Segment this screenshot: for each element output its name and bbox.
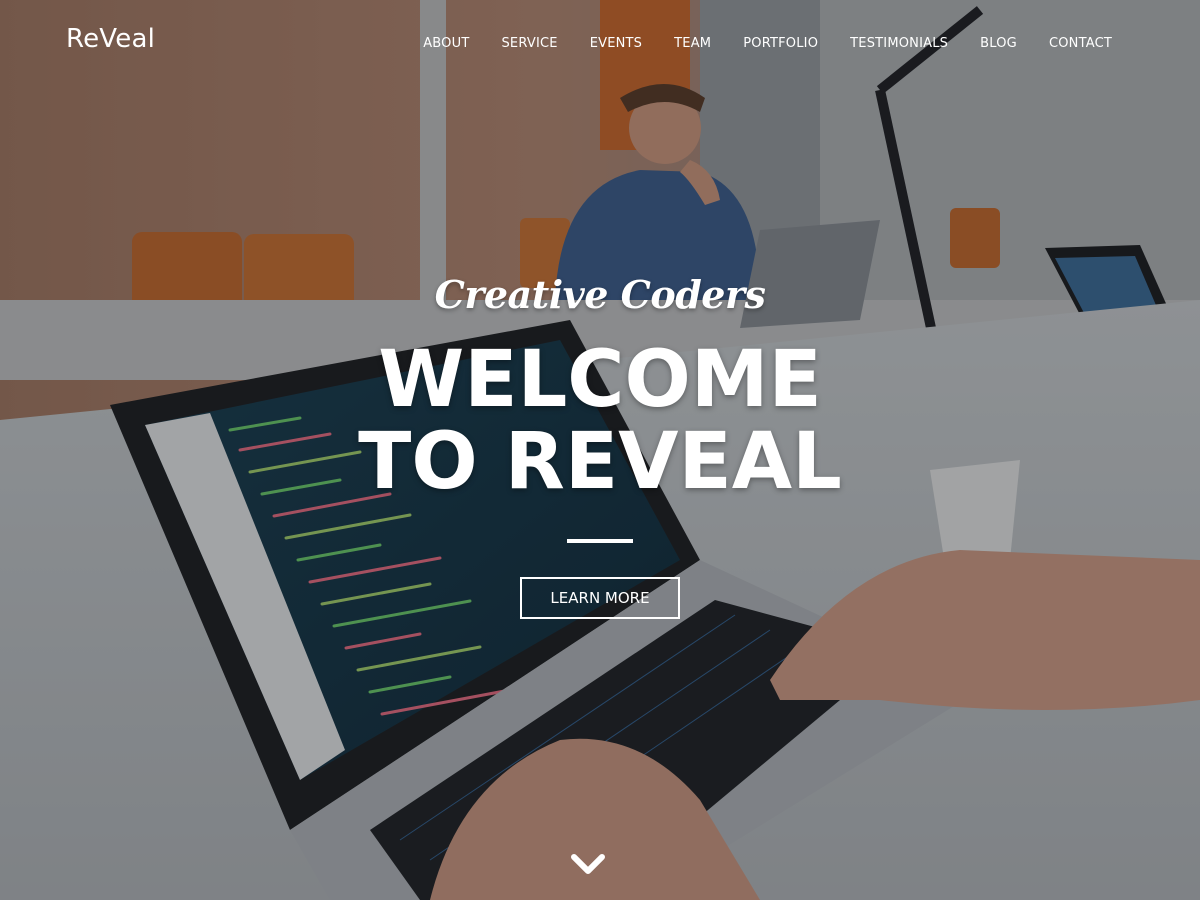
nav-link-portfolio[interactable]: PORTFOLIO (743, 36, 818, 51)
nav-item-contact: CONTACT (1049, 34, 1112, 52)
nav-item-blog: BLOG (980, 34, 1017, 52)
nav-item-testimonials: TESTIMONIALS (850, 34, 948, 52)
nav-link-testimonials[interactable]: TESTIMONIALS (850, 36, 948, 51)
nav-link-contact[interactable]: CONTACT (1049, 36, 1112, 51)
nav-item-events: EVENTS (590, 34, 642, 52)
nav-link-service[interactable]: SERVICE (501, 36, 557, 51)
nav-menu: ABOUT SERVICE EVENTS TEAM PORTFOLIO TEST… (423, 34, 1112, 52)
learn-more-button[interactable]: LEARN MORE (520, 577, 680, 619)
nav-link-team[interactable]: TEAM (674, 36, 711, 51)
brand-logo[interactable]: ReVeal (66, 24, 155, 54)
nav-item-about: ABOUT (423, 34, 469, 52)
nav-link-events[interactable]: EVENTS (590, 36, 642, 51)
hero-tagline: Creative Coders (434, 272, 766, 317)
hero-section: ReVeal ABOUT SERVICE EVENTS TEAM PORTFOL… (0, 0, 1200, 900)
top-navbar: ReVeal ABOUT SERVICE EVENTS TEAM PORTFOL… (0, 0, 1200, 84)
nav-item-service: SERVICE (501, 34, 557, 52)
nav-link-blog[interactable]: BLOG (980, 36, 1017, 51)
nav-item-team: TEAM (674, 34, 711, 52)
nav-item-portfolio: PORTFOLIO (743, 34, 818, 52)
hero-content: Creative Coders WELCOME TO REVEAL LEARN … (0, 272, 1200, 619)
scroll-down-button[interactable] (569, 850, 607, 878)
chevron-down-icon (571, 854, 605, 874)
hero-headline: WELCOME TO REVEAL (358, 335, 842, 507)
nav-link-about[interactable]: ABOUT (423, 36, 469, 51)
hero-divider (567, 539, 633, 543)
